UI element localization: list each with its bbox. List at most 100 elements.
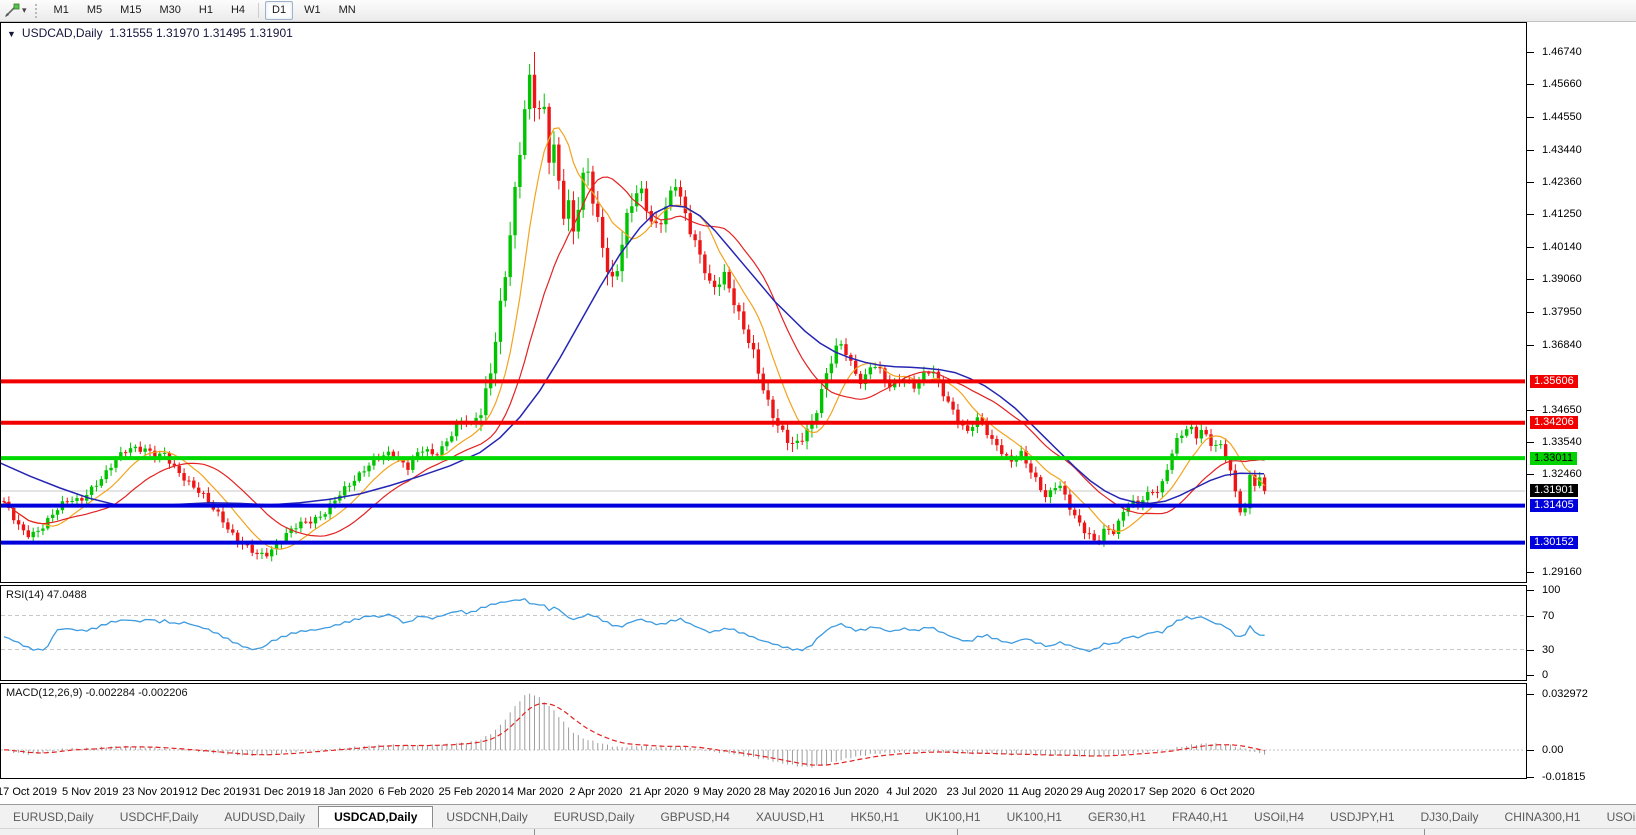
chart-tab-gbpusd-6[interactable]: GBPUSD,H4 [647, 807, 742, 827]
chart-tab-usdchf-1[interactable]: USDCHF,Daily [107, 807, 212, 827]
rsi-line [4, 599, 1265, 652]
axis-tick-mark [1527, 117, 1534, 118]
price-level-badge: 1.33011 [1530, 452, 1577, 465]
chart-tab-audusd-2[interactable]: AUDUSD,Daily [211, 807, 318, 827]
macd-tick-label: 0.032972 [1542, 688, 1588, 700]
timeframe-button-mn[interactable]: MN [332, 1, 363, 20]
axis-tick-mark [1527, 150, 1534, 151]
chart-tab-usoil-13[interactable]: USOil,H4 [1241, 807, 1317, 827]
macd-histogram [4, 694, 1265, 768]
date-tick-label: 31 Dec 2019 [249, 786, 311, 798]
chart-tab-uk100-9[interactable]: UK100,H1 [912, 807, 993, 827]
timeframe-button-h4[interactable]: H4 [224, 1, 252, 20]
price-level-badge: 1.35606 [1530, 375, 1578, 388]
macd-tick-label: 0.00 [1542, 744, 1563, 756]
chart-tab-usdcad-3[interactable]: USDCAD,Daily [318, 806, 433, 828]
price-tick-label: 1.44550 [1542, 111, 1582, 123]
toolbar-separator [258, 3, 259, 18]
axis-tick-mark [1527, 247, 1534, 248]
rsi-tick-label: 100 [1542, 584, 1560, 596]
chart-tab-bar: EURUSD,DailyUSDCHF,DailyAUDUSD,DailyUSDC… [0, 804, 1636, 828]
chart-tab-xauusd-7[interactable]: XAUUSD,H1 [743, 807, 838, 827]
price-tick-label: 1.41250 [1542, 208, 1582, 220]
date-tick-label: 18 Jan 2020 [313, 786, 374, 798]
price-level-badge: 1.31901 [1530, 484, 1578, 497]
timeframe-button-w1[interactable]: W1 [297, 1, 328, 20]
price-tick-label: 1.46740 [1542, 46, 1582, 58]
date-tick-label: 4 Jul 2020 [886, 786, 937, 798]
chart-window [0, 22, 1636, 804]
axis-tick-mark [1527, 616, 1534, 617]
axis-tick-mark [1527, 442, 1534, 443]
chart-ohlc-values: 1.31555 1.31970 1.31495 1.31901 [109, 26, 293, 40]
collapse-triangle-icon[interactable]: ▼ [7, 29, 16, 39]
date-tick-label: 12 Dec 2019 [185, 786, 247, 798]
timeframe-button-m1[interactable]: M1 [47, 1, 76, 20]
axis-tick-mark [1527, 345, 1534, 346]
axis-tick-mark [1527, 474, 1534, 475]
timeframe-button-m15[interactable]: M15 [113, 1, 148, 20]
axis-tick-mark [1527, 182, 1534, 183]
price-tick-label: 1.33540 [1542, 436, 1582, 448]
macd-label: MACD(12,26,9) -0.002284 -0.002206 [6, 687, 188, 699]
macd-canvas [1, 684, 1525, 778]
rsi-tick-label: 30 [1542, 644, 1554, 656]
chart-tab-usdjpy-14[interactable]: USDJPY,H1 [1317, 807, 1407, 827]
top-toolbar: ▾ M1M5M15 M30H1H4 D1W1MN [0, 0, 1636, 22]
macd-signal-line [4, 704, 1265, 766]
chart-tab-hk50-8[interactable]: HK50,H1 [838, 807, 913, 827]
axis-tick-mark [1527, 410, 1534, 411]
axis-tick-mark [1527, 750, 1534, 751]
timeframe-button-d1[interactable]: D1 [265, 1, 293, 20]
main-chart-panel[interactable] [0, 22, 1527, 583]
price-tick-label: 1.34650 [1542, 404, 1582, 416]
axis-tick-mark [1527, 312, 1534, 313]
axis-tick-mark [1527, 650, 1534, 651]
axis-tick-mark [1527, 572, 1534, 573]
chart-tab-china300-16[interactable]: CHINA300,H1 [1492, 807, 1594, 827]
rsi-panel[interactable] [0, 585, 1527, 681]
chart-tab-ger30-11[interactable]: GER30,H1 [1075, 807, 1159, 827]
dropdown-caret-icon[interactable]: ▾ [22, 5, 27, 16]
chart-tab-eurusd-5[interactable]: EURUSD,Daily [541, 807, 648, 827]
chart-tab-usdcnh-4[interactable]: USDCNH,Daily [433, 807, 540, 827]
date-tick-label: 2 Apr 2020 [569, 786, 622, 798]
status-strip [0, 828, 1636, 835]
axis-tick-mark [1527, 590, 1534, 591]
timeframe-button-m5[interactable]: M5 [80, 1, 109, 20]
date-tick-label: 23 Nov 2019 [122, 786, 184, 798]
timeframe-button-h1[interactable]: H1 [192, 1, 220, 20]
price-tick-label: 1.42360 [1542, 176, 1582, 188]
date-tick-label: 17 Oct 2019 [0, 786, 57, 798]
price-level-badge: 1.31405 [1530, 499, 1578, 512]
price-tick-label: 1.36840 [1542, 339, 1582, 351]
macd-panel[interactable] [0, 683, 1527, 779]
axis-tick-mark [1527, 675, 1534, 676]
main-chart-canvas [1, 23, 1525, 582]
axis-tick-mark [1527, 214, 1534, 215]
chart-tab-eurusd-0[interactable]: EURUSD,Daily [0, 807, 107, 827]
date-tick-label: 9 May 2020 [693, 786, 750, 798]
price-level-badge: 1.34206 [1530, 416, 1578, 429]
date-tick-label: 11 Aug 2020 [1008, 786, 1069, 798]
axis-tick-mark [1527, 279, 1534, 280]
chart-tab-dj30-15[interactable]: DJ30,Daily [1408, 807, 1492, 827]
chart-tab-uk100-10[interactable]: UK100,H1 [994, 807, 1075, 827]
rsi-tick-label: 70 [1542, 610, 1554, 622]
date-tick-label: 28 May 2020 [754, 786, 818, 798]
date-tick-label: 17 Sep 2020 [1133, 786, 1195, 798]
axis-tick-mark [1527, 84, 1534, 85]
date-tick-label: 21 Apr 2020 [629, 786, 688, 798]
crosshair-tool-icon[interactable] [3, 3, 21, 19]
price-tick-label: 1.39060 [1542, 273, 1582, 285]
price-tick-label: 1.32460 [1542, 468, 1582, 480]
date-tick-label: 16 Jun 2020 [818, 786, 879, 798]
timeframe-button-m30[interactable]: M30 [153, 1, 188, 20]
toolbar-grip[interactable] [35, 4, 37, 18]
slow-ma-line [1, 206, 1264, 507]
axis-tick-mark [1527, 777, 1534, 778]
chart-tab-fra40-12[interactable]: FRA40,H1 [1159, 807, 1241, 827]
chart-tab-usoil-17[interactable]: USOil,H1 [1594, 807, 1636, 827]
date-tick-label: 23 Jul 2020 [947, 786, 1004, 798]
price-tick-label: 1.43440 [1542, 144, 1582, 156]
